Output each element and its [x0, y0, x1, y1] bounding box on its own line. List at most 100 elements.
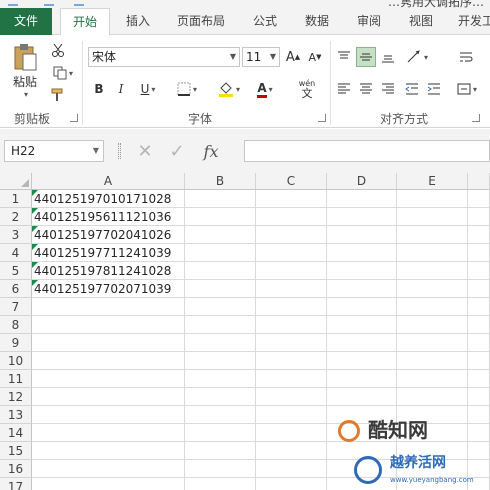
- select-all-button[interactable]: [0, 173, 32, 190]
- row-header-2[interactable]: 2: [0, 208, 32, 226]
- align-top-button[interactable]: [334, 47, 354, 67]
- cell-a16[interactable]: [32, 460, 185, 478]
- cut-button[interactable]: [48, 41, 68, 59]
- cell-b1[interactable]: [185, 190, 256, 208]
- align-left-button[interactable]: [334, 79, 354, 99]
- name-box[interactable]: H22 ▼: [4, 140, 104, 162]
- cell-d11[interactable]: [327, 370, 397, 388]
- cell-filler[interactable]: [468, 316, 490, 334]
- enter-icon[interactable]: ✓: [160, 141, 194, 162]
- cell-b2[interactable]: [185, 208, 256, 226]
- cell-a17[interactable]: [32, 478, 185, 490]
- cell-b17[interactable]: [185, 478, 256, 490]
- tab-review[interactable]: 审阅: [346, 8, 392, 35]
- cell-b4[interactable]: [185, 244, 256, 262]
- cell-b14[interactable]: [185, 424, 256, 442]
- row-header-16[interactable]: 16: [0, 460, 32, 478]
- cell-a4[interactable]: 440125197711241039: [32, 244, 185, 262]
- cell-c13[interactable]: [256, 406, 327, 424]
- bold-button[interactable]: B: [90, 79, 108, 99]
- cell-filler[interactable]: [468, 298, 490, 316]
- shrink-font-button[interactable]: A ▼: [306, 47, 324, 67]
- row-header-1[interactable]: 1: [0, 190, 32, 208]
- alignment-launcher-icon[interactable]: [472, 114, 480, 122]
- formula-bar-grip[interactable]: [118, 143, 121, 159]
- cell-b9[interactable]: [185, 334, 256, 352]
- align-bottom-button[interactable]: [378, 47, 398, 67]
- italic-button[interactable]: I: [112, 79, 130, 99]
- column-header-c[interactable]: C: [256, 173, 327, 190]
- grow-font-button[interactable]: A ▲: [284, 47, 302, 67]
- cell-b8[interactable]: [185, 316, 256, 334]
- cell-a7[interactable]: [32, 298, 185, 316]
- cell-a9[interactable]: [32, 334, 185, 352]
- cell-e8[interactable]: [397, 316, 468, 334]
- column-header-d[interactable]: D: [327, 173, 397, 190]
- align-center-button[interactable]: [356, 79, 376, 99]
- align-right-button[interactable]: [378, 79, 398, 99]
- cell-e3[interactable]: [397, 226, 468, 244]
- cell-b11[interactable]: [185, 370, 256, 388]
- row-header-10[interactable]: 10: [0, 352, 32, 370]
- tab-formulas[interactable]: 公式: [242, 8, 288, 35]
- cell-e9[interactable]: [397, 334, 468, 352]
- cell-filler[interactable]: [468, 244, 490, 262]
- redo-icon[interactable]: [74, 0, 84, 6]
- orientation-button[interactable]: ▾: [402, 47, 432, 67]
- format-painter-button[interactable]: [48, 86, 68, 104]
- clipboard-launcher-icon[interactable]: [70, 114, 78, 122]
- cell-b3[interactable]: [185, 226, 256, 244]
- row-header-11[interactable]: 11: [0, 370, 32, 388]
- cell-a14[interactable]: [32, 424, 185, 442]
- cell-filler[interactable]: [468, 352, 490, 370]
- cell-a8[interactable]: [32, 316, 185, 334]
- cell-c1[interactable]: [256, 190, 327, 208]
- cell-filler[interactable]: [468, 388, 490, 406]
- paste-button[interactable]: 粘贴 ▾: [8, 41, 42, 101]
- column-header-a[interactable]: A: [32, 173, 185, 190]
- phonetic-button[interactable]: wén 文: [292, 75, 322, 103]
- cell-c2[interactable]: [256, 208, 327, 226]
- cell-c3[interactable]: [256, 226, 327, 244]
- font-color-button[interactable]: A ▾: [250, 79, 280, 99]
- row-header-13[interactable]: 13: [0, 406, 32, 424]
- row-header-6[interactable]: 6: [0, 280, 32, 298]
- row-header-7[interactable]: 7: [0, 298, 32, 316]
- cell-e11[interactable]: [397, 370, 468, 388]
- column-header-b[interactable]: B: [185, 173, 256, 190]
- font-name-select[interactable]: 宋体 ▼: [88, 47, 240, 67]
- cell-c6[interactable]: [256, 280, 327, 298]
- cell-filler[interactable]: [468, 190, 490, 208]
- tab-page-layout[interactable]: 页面布局: [166, 8, 236, 35]
- cell-c10[interactable]: [256, 352, 327, 370]
- cell-a5[interactable]: 440125197811241028: [32, 262, 185, 280]
- cell-c17[interactable]: [256, 478, 327, 490]
- cell-c7[interactable]: [256, 298, 327, 316]
- cell-e4[interactable]: [397, 244, 468, 262]
- cell-c15[interactable]: [256, 442, 327, 460]
- cell-d9[interactable]: [327, 334, 397, 352]
- cell-filler[interactable]: [468, 334, 490, 352]
- cell-a13[interactable]: [32, 406, 185, 424]
- cell-d10[interactable]: [327, 352, 397, 370]
- cell-d1[interactable]: [327, 190, 397, 208]
- row-header-8[interactable]: 8: [0, 316, 32, 334]
- row-header-5[interactable]: 5: [0, 262, 32, 280]
- cell-e7[interactable]: [397, 298, 468, 316]
- align-middle-button[interactable]: [356, 47, 376, 67]
- cell-e2[interactable]: [397, 208, 468, 226]
- cell-e5[interactable]: [397, 262, 468, 280]
- cell-d12[interactable]: [327, 388, 397, 406]
- column-header-e[interactable]: E: [397, 173, 468, 190]
- cell-e10[interactable]: [397, 352, 468, 370]
- undo-icon[interactable]: [44, 0, 54, 6]
- copy-button[interactable]: ▾: [48, 64, 78, 82]
- cell-a11[interactable]: [32, 370, 185, 388]
- cell-a1[interactable]: 440125197010171028: [32, 190, 185, 208]
- cell-c8[interactable]: [256, 316, 327, 334]
- cell-e6[interactable]: [397, 280, 468, 298]
- font-size-select[interactable]: 11 ▼: [242, 47, 280, 67]
- cell-c9[interactable]: [256, 334, 327, 352]
- underline-button[interactable]: U ▾: [134, 79, 162, 99]
- cell-c14[interactable]: [256, 424, 327, 442]
